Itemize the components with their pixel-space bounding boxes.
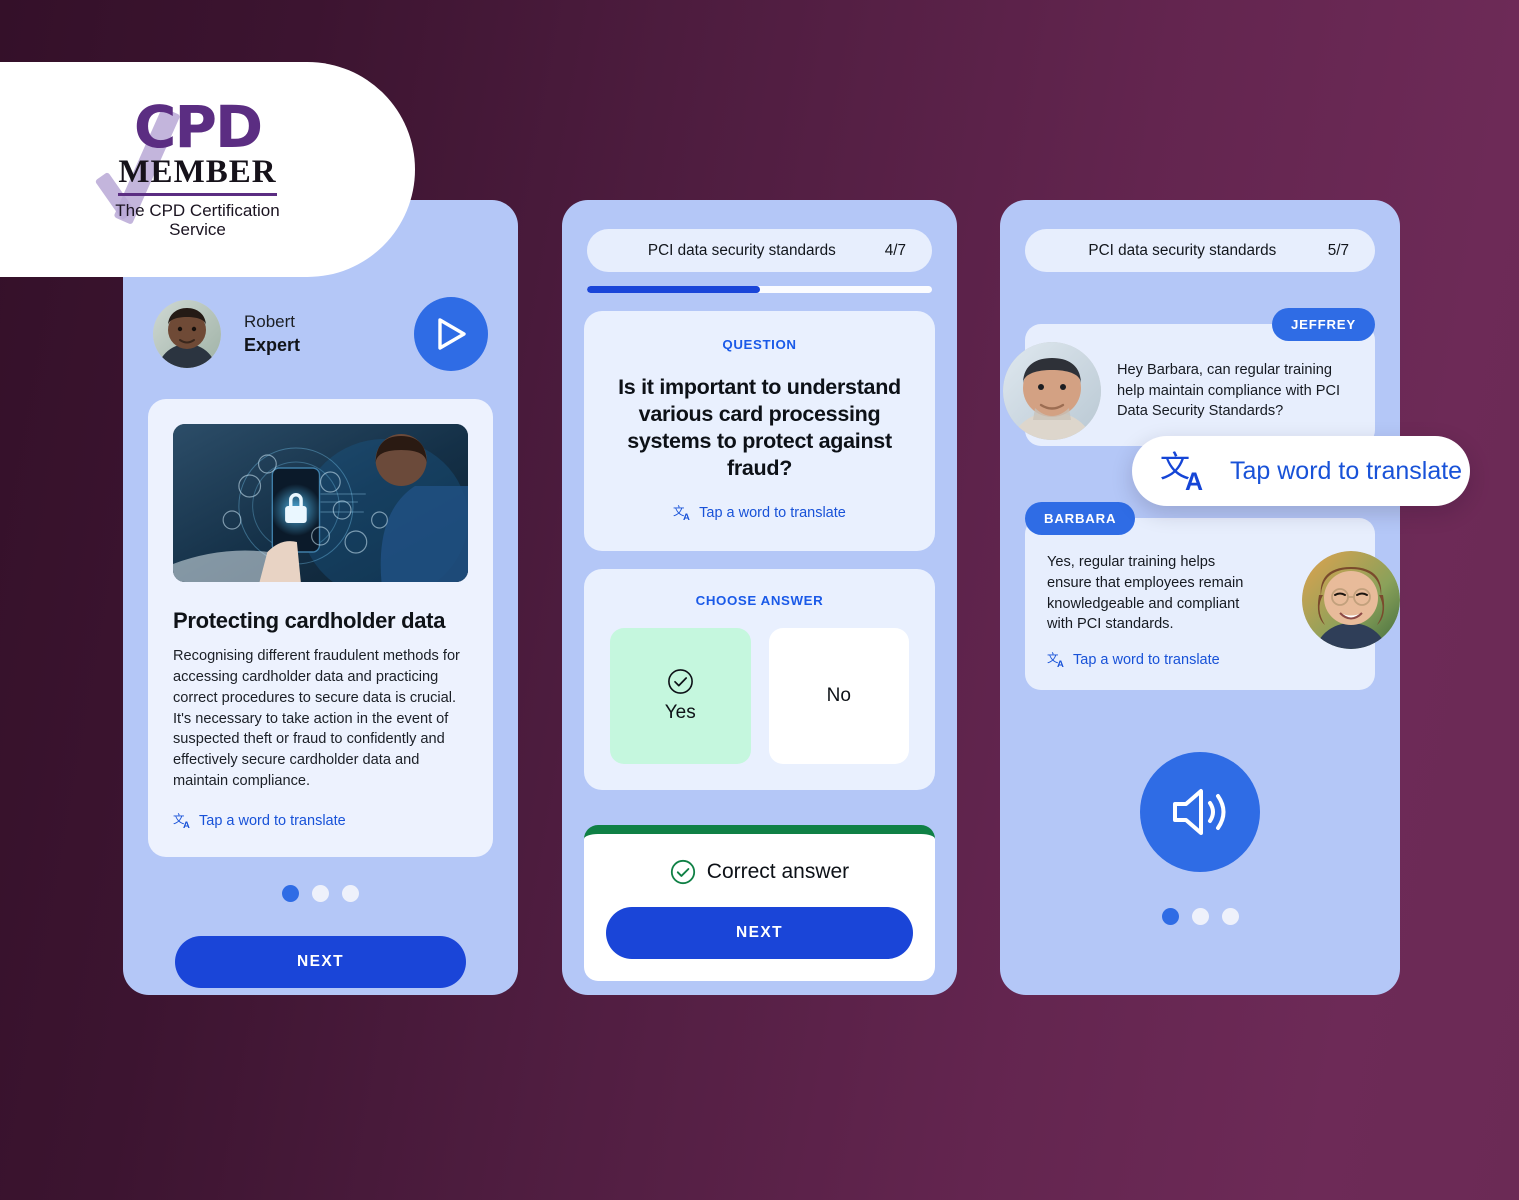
avatar-photo-barbara-icon xyxy=(1302,551,1400,650)
play-icon xyxy=(438,318,466,350)
tooltip-label: Tap word to translate xyxy=(1230,456,1463,485)
translate-link-label: Tap a word to translate xyxy=(699,504,846,521)
chat-sender-badge: JEFFREY xyxy=(1272,308,1375,341)
lesson-title: Protecting cardholder data xyxy=(173,608,446,633)
lesson-body: Recognising different fraudulent methods… xyxy=(173,648,460,790)
lesson-image xyxy=(173,424,468,582)
chat-sender-badge: BARBARA xyxy=(1025,502,1136,536)
answer-option-no-label: No xyxy=(826,685,851,707)
avatar-photo-icon xyxy=(153,300,221,368)
phone-screen-lesson: Robert Expert Protecting cardholder data… xyxy=(123,200,518,995)
translate-icon: 文 A xyxy=(173,812,190,829)
svg-text:A: A xyxy=(1057,659,1064,668)
next-button[interactable]: NEXT xyxy=(175,936,466,989)
chat-message-text: Hey Barbara, can regular training help m… xyxy=(1117,362,1341,420)
play-button[interactable] xyxy=(414,297,488,371)
chat-message-text: Yes, regular training helps ensure that … xyxy=(1047,554,1244,633)
check-circle-icon xyxy=(667,669,693,695)
avatar xyxy=(153,300,221,368)
pagination-dot-2[interactable] xyxy=(1191,908,1209,926)
result-status-label: Correct answer xyxy=(706,860,850,883)
question-card: QUESTION Is it important to understand v… xyxy=(584,311,935,552)
pagination-dot-2[interactable] xyxy=(312,885,329,903)
cpd-subtitle: The CPD Certification Service xyxy=(115,200,280,239)
translate-link-label: Tap a word to translate xyxy=(1073,651,1220,668)
pagination-dot-1[interactable] xyxy=(282,885,299,903)
result-card: Correct answer NEXT xyxy=(584,825,935,981)
cpd-logo-title: CPD xyxy=(133,93,263,162)
pagination-dots xyxy=(1000,908,1400,926)
phone-screen-conversation: PCI data security standards 5/7 JEFFREY xyxy=(1000,200,1400,995)
svg-text:A: A xyxy=(683,512,690,521)
phone-security-lock-image-icon xyxy=(173,424,468,582)
result-status: Correct answer xyxy=(606,834,913,907)
speaker-volume-icon xyxy=(1173,789,1226,836)
module-title: PCI data security standards xyxy=(647,241,836,259)
avatar xyxy=(1003,342,1101,440)
answer-option-yes-label: Yes xyxy=(664,702,696,724)
svg-text:A: A xyxy=(1185,468,1203,494)
translate-icon: 文 A xyxy=(1047,651,1064,668)
presenter-role: Expert xyxy=(244,334,301,355)
translate-link[interactable]: 文 A Tap a word to translate xyxy=(604,504,915,521)
lesson-card: Protecting cardholder data Recognising d… xyxy=(148,399,493,858)
translate-icon: 文 A xyxy=(1160,450,1203,494)
question-text: Is it important to understand various ca… xyxy=(618,375,901,481)
pagination-dot-1[interactable] xyxy=(1161,908,1179,926)
avatar-photo-jeffrey-icon xyxy=(1003,342,1101,440)
module-progress-count: 4/7 xyxy=(884,241,906,259)
translate-link-label: Tap a word to translate xyxy=(199,812,346,829)
module-header[interactable]: PCI data security standards 5/7 xyxy=(1025,229,1375,272)
presenter-name: Robert xyxy=(244,311,296,331)
translate-link[interactable]: 文 A Tap a word to translate xyxy=(173,812,468,829)
module-progress-count: 5/7 xyxy=(1327,241,1349,259)
module-header[interactable]: PCI data security standards 4/7 xyxy=(587,229,932,272)
pagination-dots xyxy=(123,885,518,903)
answer-label: CHOOSE ANSWER xyxy=(695,593,824,609)
pagination-dot-3[interactable] xyxy=(1221,908,1239,926)
phone-screen-question: PCI data security standards 4/7 QUESTION… xyxy=(562,200,957,995)
next-button[interactable]: NEXT xyxy=(606,907,913,959)
progress-bar xyxy=(587,286,932,293)
cpd-certification-badge: CPD MEMBER The CPD Certification Service xyxy=(0,62,415,277)
answer-card: CHOOSE ANSWER Yes No xyxy=(584,569,935,791)
question-label: QUESTION xyxy=(722,337,797,352)
chat-message-jeffrey: JEFFREY Hey Barbara, can regular trainin… xyxy=(1003,308,1375,447)
chat-message-barbara: BARBARA Yes, regular training helps ensu… xyxy=(1025,502,1400,691)
svg-text:A: A xyxy=(183,820,190,829)
module-title: PCI data security standards xyxy=(1088,241,1277,259)
pagination-dot-3[interactable] xyxy=(342,885,359,903)
speaker-button[interactable] xyxy=(1140,752,1260,873)
cpd-member-label: MEMBER xyxy=(118,155,277,196)
check-circle-icon xyxy=(670,859,695,885)
tap-word-to-translate-tooltip[interactable]: 文 A Tap word to translate xyxy=(1132,436,1470,506)
answer-option-no[interactable]: No xyxy=(768,628,909,765)
translate-link[interactable]: 文 A Tap a word to translate xyxy=(1047,651,1260,668)
progress-bar-fill xyxy=(587,286,760,293)
avatar xyxy=(1302,551,1400,650)
translate-icon: 文 A xyxy=(673,504,690,521)
answer-option-yes[interactable]: Yes xyxy=(610,628,751,765)
